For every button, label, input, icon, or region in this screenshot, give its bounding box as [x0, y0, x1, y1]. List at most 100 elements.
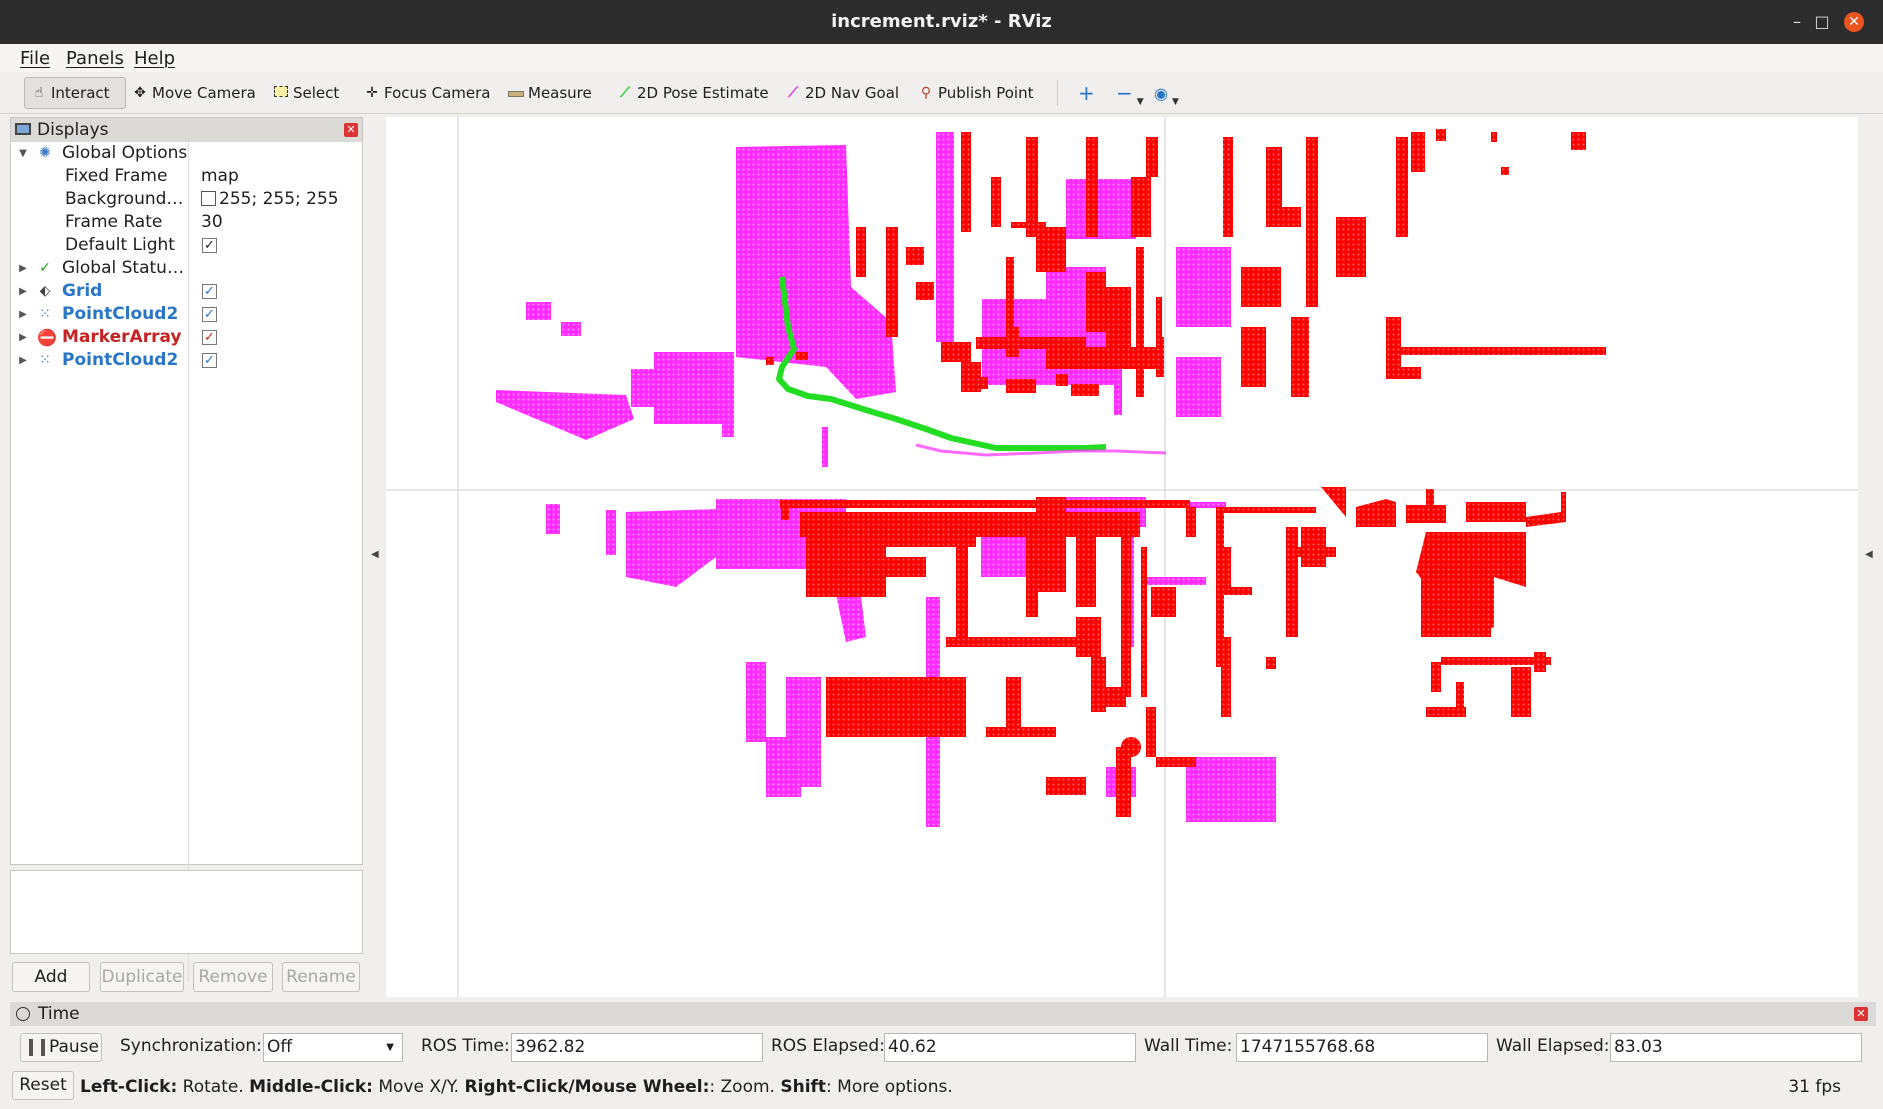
grid-icon: ⬖ — [39, 283, 51, 299]
ros-elapsed-field[interactable]: 40.62 — [884, 1033, 1136, 1062]
menu-panels[interactable]: Panels — [66, 48, 124, 69]
tree-row-pointcloud2-b[interactable]: ▶ ⁙ PointCloud2 ✓ — [11, 349, 362, 372]
background-label: Background… — [65, 189, 184, 209]
close-icon[interactable]: ✕ — [1844, 12, 1864, 32]
collapsed-arrow-icon[interactable]: ▶ — [17, 326, 29, 349]
measure-label: Measure — [528, 84, 592, 102]
nav-goal-label: 2D Nav Goal — [805, 84, 900, 102]
tree-row-frame-rate[interactable]: Frame Rate 30 — [11, 211, 362, 234]
nav-goal-button[interactable]: ⟋ 2D Nav Goal — [779, 77, 905, 109]
tree-row-global-options[interactable]: ▼ ✺ Global Options — [11, 142, 362, 165]
ros-time-field[interactable]: 3962.82 — [511, 1033, 763, 1062]
rviz-window: increment.rviz* - RViz – □ ✕ File Panels… — [0, 0, 1883, 1109]
expanded-arrow-icon[interactable]: ▼ — [17, 142, 29, 165]
remove-button[interactable]: Remove — [193, 962, 273, 992]
remove-tool-icon[interactable]: − ▼ — [1110, 77, 1150, 109]
marker-array-checkbox[interactable]: ✓ — [202, 330, 217, 345]
select-label: Select — [293, 84, 340, 102]
wall-elapsed-field[interactable]: 83.03 — [1610, 1033, 1862, 1062]
synchronization-label: Synchronization: — [120, 1036, 262, 1056]
add-button[interactable]: Add — [12, 962, 90, 992]
toolbar: ☝ Interact ✥ Move Camera Select ✛ Focus Cam… — [0, 72, 1883, 114]
rename-button[interactable]: Rename — [282, 962, 360, 992]
render-viewport[interactable] — [386, 117, 1858, 997]
frame-rate-value[interactable]: 30 — [201, 211, 223, 234]
right-dock-splitter[interactable]: ◀ — [1860, 117, 1878, 997]
collapsed-arrow-icon[interactable]: ▶ — [17, 303, 29, 326]
wall-time-field[interactable]: 1747155768.68 — [1236, 1033, 1488, 1062]
interact-button[interactable]: ☝ Interact — [24, 77, 126, 109]
chevron-down-icon: ▼ — [386, 1042, 394, 1053]
hand-icon: ☝ — [34, 85, 44, 101]
frame-rate-label: Frame Rate — [65, 212, 163, 232]
focus-camera-button[interactable]: ✛ Focus Camera — [358, 77, 496, 109]
move-camera-button[interactable]: ✥ Move Camera — [126, 77, 262, 109]
pause-label: Pause — [49, 1037, 99, 1057]
tree-row-grid[interactable]: ▶ ⬖ Grid ✓ — [11, 280, 362, 303]
background-value[interactable]: 255; 255; 255 — [201, 188, 339, 211]
time-row: Pause Synchronization: Off ▼ ROS Time: 3… — [0, 1030, 1883, 1066]
add-tool-icon[interactable]: + — [1072, 77, 1101, 109]
pointcloud-icon: ⁙ — [39, 306, 51, 322]
duplicate-button[interactable]: Duplicate — [100, 962, 184, 992]
window-title: increment.rviz* - RViz — [831, 11, 1052, 32]
help-rotate: Rotate. — [177, 1077, 250, 1097]
view-eye-icon[interactable]: ◉ ▼ — [1148, 77, 1185, 109]
collapse-left-icon[interactable]: ◀ — [371, 549, 379, 560]
help-right-click: Right-Click/Mouse Wheel: — [464, 1077, 710, 1097]
pointcloud-icon: ⁙ — [39, 352, 51, 368]
green-arrow-icon: ⟋ — [620, 85, 630, 101]
menu-help[interactable]: Help — [134, 48, 175, 69]
tree-row-default-light[interactable]: Default Light ✓ — [11, 234, 362, 257]
ros-elapsed-label: ROS Elapsed: — [771, 1036, 885, 1056]
collapsed-arrow-icon[interactable]: ▶ — [17, 280, 29, 303]
tree-row-global-status[interactable]: ▶ ✓ Global Statu… — [11, 257, 362, 280]
grid-checkbox[interactable]: ✓ — [202, 284, 217, 299]
maximize-icon[interactable]: □ — [1812, 12, 1832, 32]
checkmark-icon: ✓ — [39, 260, 51, 276]
toolbar-separator — [1057, 80, 1058, 106]
collapsed-arrow-icon[interactable]: ▶ — [17, 257, 29, 280]
help-zoom: : Zoom. — [709, 1077, 781, 1097]
minimize-icon[interactable]: – — [1787, 12, 1807, 32]
ros-time-label: ROS Time: — [421, 1036, 510, 1056]
close-panel-icon[interactable]: ✕ — [344, 123, 358, 137]
default-light-checkbox[interactable]: ✓ — [202, 238, 217, 253]
synchronization-select[interactable]: Off ▼ — [263, 1033, 403, 1062]
pointcloud2-checkbox[interactable]: ✓ — [202, 353, 217, 368]
map-pin-icon: ⚲ — [920, 85, 932, 101]
tree-row-marker-array[interactable]: ▶ ⛔ MarkerArray ✓ — [11, 326, 362, 349]
fixed-frame-label: Fixed Frame — [65, 166, 168, 186]
tree-row-pointcloud2-a[interactable]: ▶ ⁙ PointCloud2 ✓ — [11, 303, 362, 326]
tree-row-background[interactable]: Background… 255; 255; 255 — [11, 188, 362, 211]
pause-button[interactable]: Pause — [20, 1033, 102, 1062]
measure-button[interactable]: Measure — [502, 77, 598, 109]
reset-button[interactable]: Reset — [12, 1071, 74, 1100]
displays-tree: ▼ ✺ Global Options Fixed Frame map Backg… — [11, 142, 362, 984]
select-button[interactable]: Select — [267, 77, 345, 109]
help-left-click: Left-Click: — [80, 1077, 178, 1097]
fixed-frame-value[interactable]: map — [201, 165, 239, 188]
pointcloud2-checkbox[interactable]: ✓ — [202, 307, 217, 322]
pose-estimate-button[interactable]: ⟋ 2D Pose Estimate — [611, 77, 775, 109]
collapsed-arrow-icon[interactable]: ▶ — [17, 349, 29, 372]
tree-row-fixed-frame[interactable]: Fixed Frame map — [11, 165, 362, 188]
help-middle-click: Middle-Click: — [249, 1077, 373, 1097]
pointcloud2-label: PointCloud2 — [62, 304, 179, 324]
left-dock-splitter[interactable]: ◀ — [366, 117, 384, 997]
background-value-text: 255; 255; 255 — [219, 189, 339, 209]
wall-elapsed-label: Wall Elapsed: — [1496, 1036, 1610, 1056]
global-options-label: Global Options — [62, 143, 188, 163]
color-swatch[interactable] — [201, 191, 216, 206]
publish-point-button[interactable]: ⚲ Publish Point — [912, 77, 1039, 109]
displays-title: Displays — [37, 120, 109, 140]
point-cloud-render — [386, 117, 1858, 997]
move-camera-icon: ✥ — [134, 85, 146, 101]
displays-panel: Displays ✕ ▼ ✺ Global Options Fixed Fram… — [10, 117, 363, 982]
collapse-right-icon[interactable]: ◀ — [1865, 549, 1873, 560]
close-time-panel-icon[interactable]: ✕ — [1854, 1007, 1868, 1021]
pointcloud2-label: PointCloud2 — [62, 350, 179, 370]
menu-file[interactable]: File — [20, 48, 50, 69]
interact-label: Interact — [51, 84, 110, 102]
publish-point-label: Publish Point — [938, 84, 1034, 102]
